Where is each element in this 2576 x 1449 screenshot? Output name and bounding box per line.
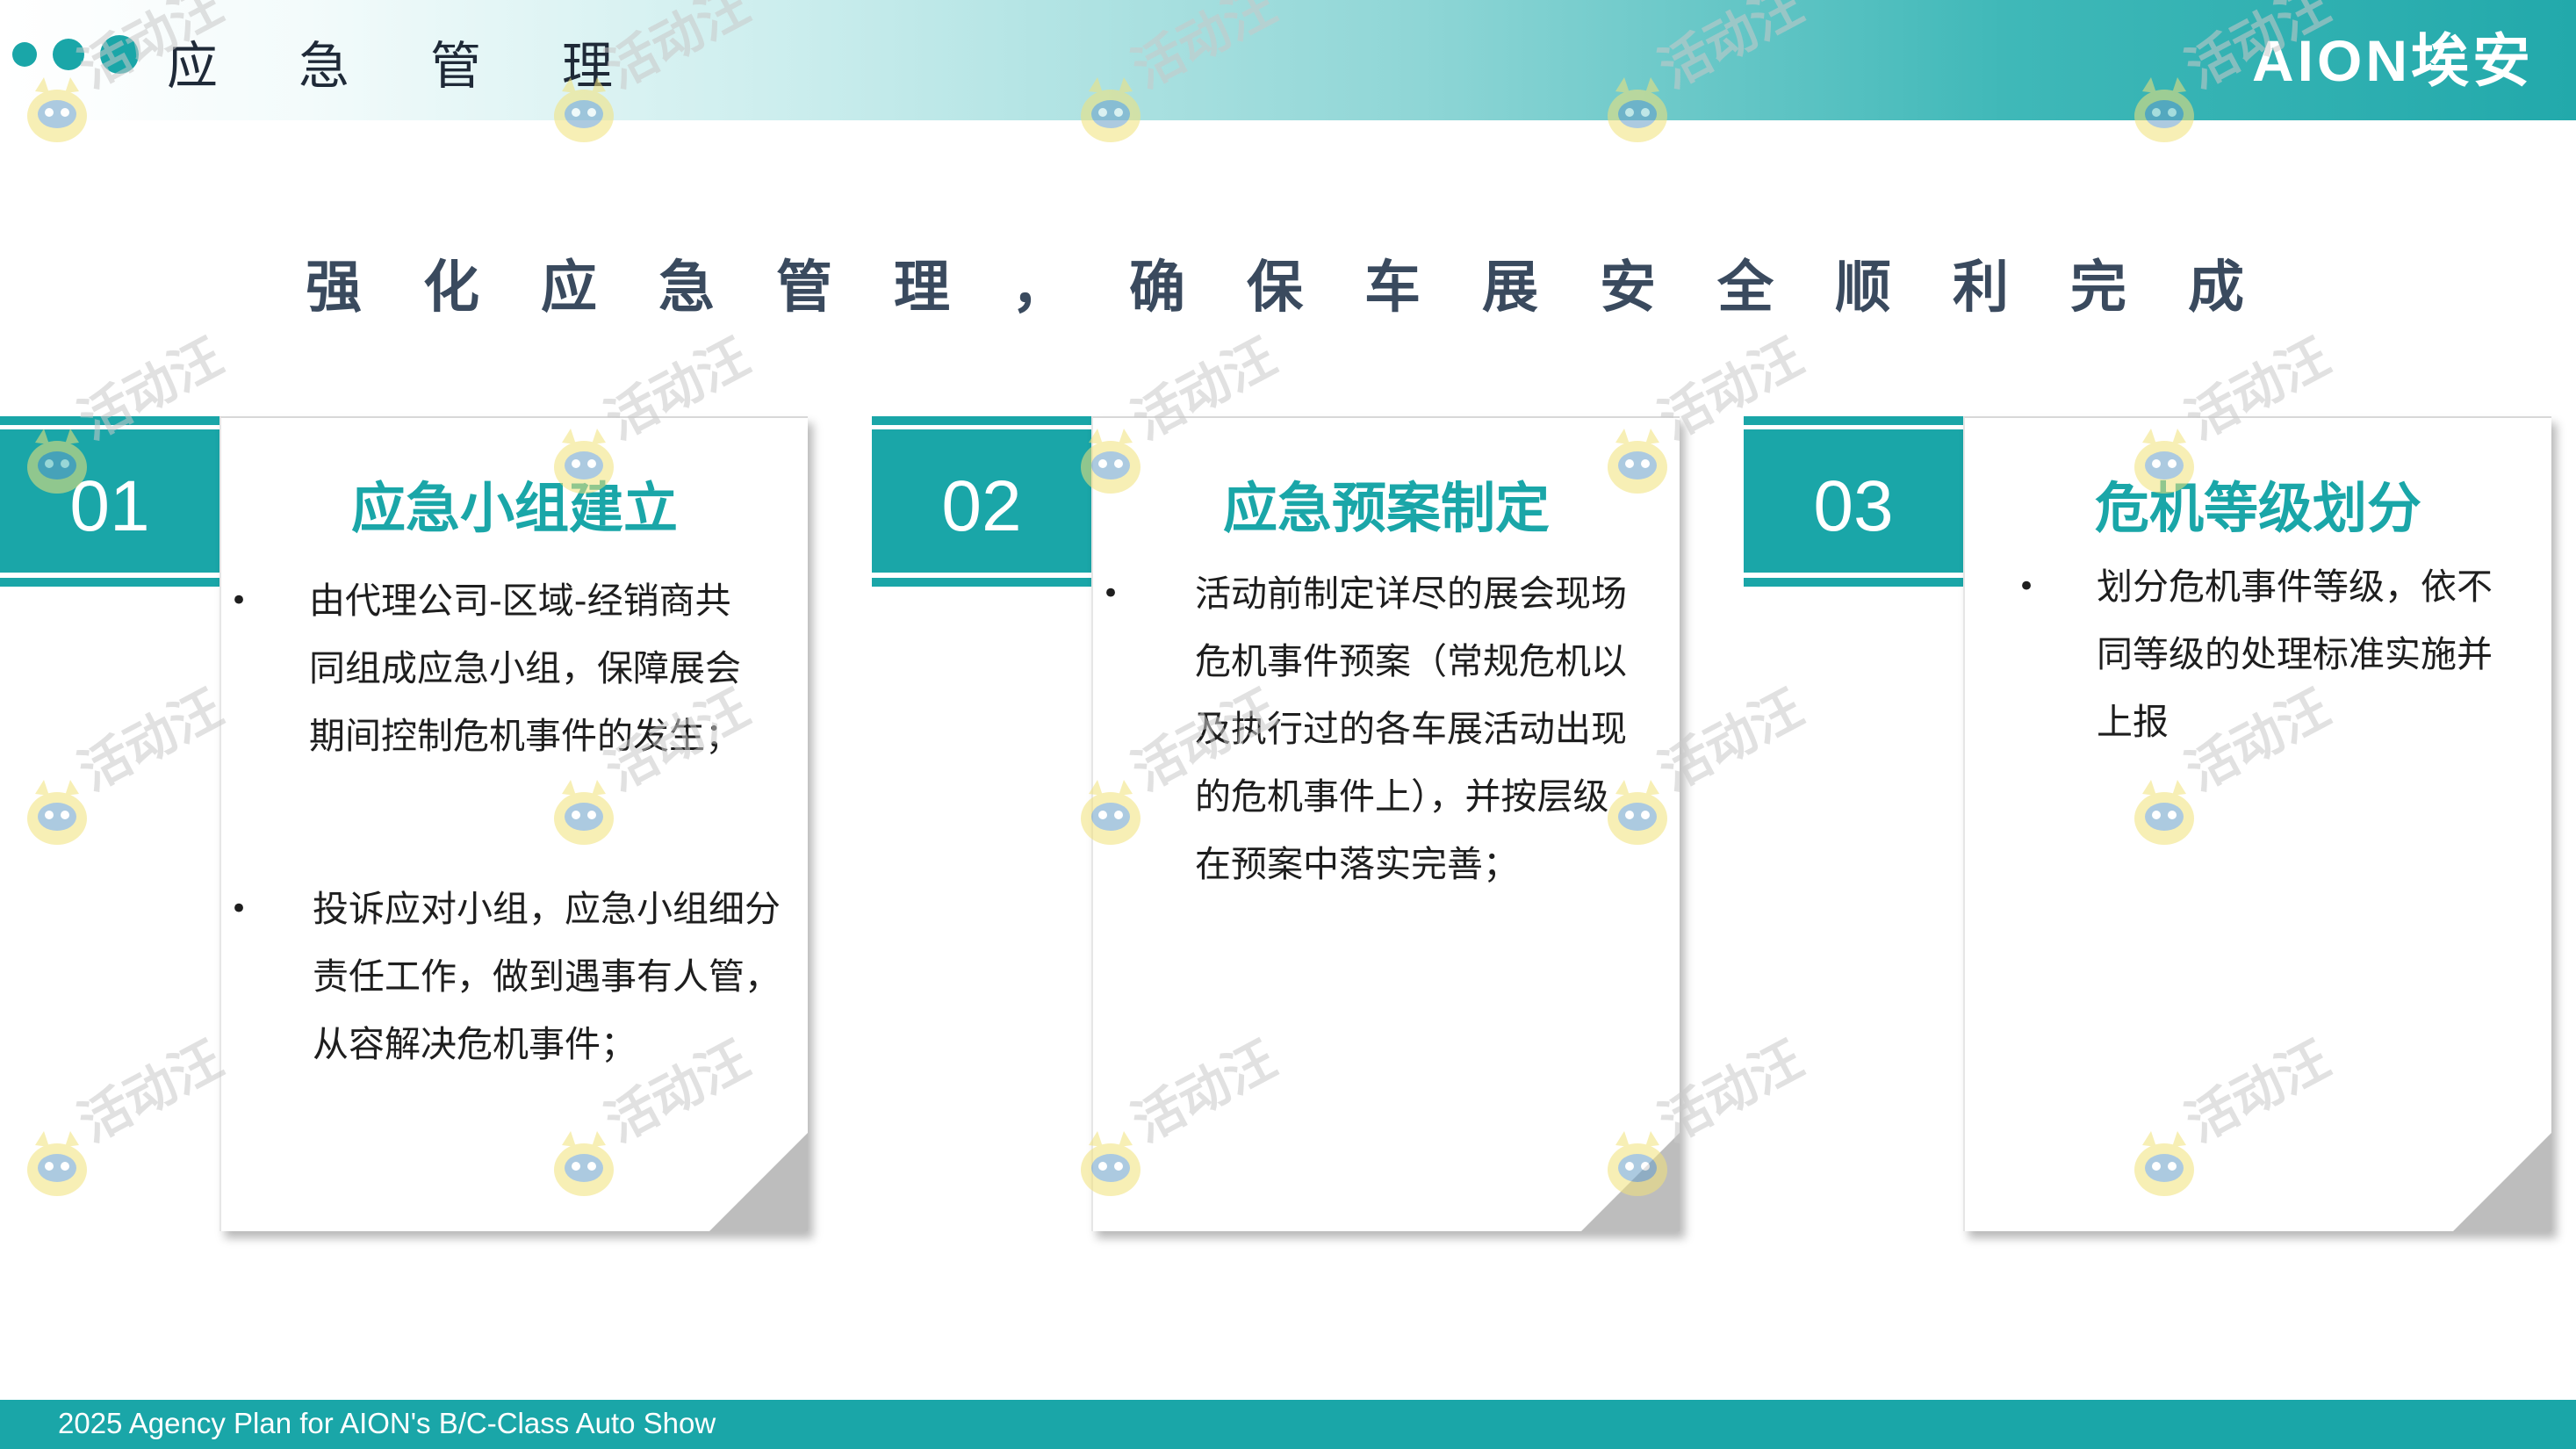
- card-crisis-levels: 危机等级划分 • 划分危机事件等级，依不 同等级的处理标准实施并 上报: [1963, 416, 2551, 1231]
- header-bar: 应急管理 AION埃安: [0, 0, 2576, 120]
- bullet-dot: •: [2018, 569, 2036, 604]
- bullet-dot: •: [1102, 576, 1120, 611]
- page-curl-corner: [2453, 1133, 2551, 1231]
- number-band-02: 02: [872, 416, 1091, 587]
- bullet-list: • 由代理公司-区域-经销商共 同组成应急小组，保障展会 期间控制危机事件的发生…: [221, 580, 808, 1078]
- watermark-text: 活动汪: [68, 1028, 233, 1154]
- bullet-list: • 划分危机事件等级，依不 同等级的处理标准实施并 上报: [1965, 566, 2551, 756]
- slide-subtitle: 强化应急管理，确保车展安全顺利完成: [306, 256, 2306, 321]
- list-item: • 划分危机事件等级，依不 同等级的处理标准实施并 上报: [1965, 553, 2551, 756]
- watermark-text: 活动汪: [68, 677, 233, 803]
- card-emergency-plan: 应急预案制定 • 活动前制定详尽的展会现场 危机事件预案（常规危机以 及执行过的…: [1091, 416, 1680, 1231]
- card-title: 危机等级划分: [2094, 476, 2421, 540]
- mascot-watermark-icon: [27, 780, 87, 845]
- header-dots: [12, 35, 139, 74]
- bullet-dot: •: [230, 891, 248, 926]
- bullet-list: • 活动前制定详尽的展会现场 危机事件预案（常规危机以 及执行过的各车展活动出现…: [1093, 573, 1680, 898]
- page-curl-corner: [709, 1133, 808, 1231]
- number-band-03: 03: [1744, 416, 1963, 587]
- number-label: 03: [1813, 466, 1894, 546]
- watermark: 活动汪: [18, 1029, 237, 1212]
- number-label: 02: [941, 466, 1022, 546]
- mascot-watermark-icon: [27, 1131, 87, 1196]
- card-title: 应急预案制定: [1222, 476, 1550, 540]
- watermark: 活动汪: [18, 678, 237, 861]
- card-title: 应急小组建立: [350, 476, 678, 540]
- list-item: • 由代理公司-区域-经销商共 同组成应急小组，保障展会 期间控制危机事件的发生…: [221, 567, 808, 770]
- list-item: • 活动前制定详尽的展会现场 危机事件预案（常规危机以 及执行过的各车展活动出现…: [1093, 560, 1680, 898]
- number-label: 01: [69, 466, 150, 546]
- list-item: • 投诉应对小组，应急小组细分 责任工作，做到遇事有人管， 从容解决危机事件；: [221, 876, 808, 1078]
- page-curl-corner: [1581, 1133, 1680, 1231]
- bullet-dot: •: [230, 583, 248, 618]
- aion-logo: AION埃安: [2252, 28, 2534, 93]
- number-band-01: 01: [0, 416, 219, 587]
- footer-text: 2025 Agency Plan for AION's B/C-Class Au…: [58, 1407, 716, 1439]
- card-emergency-team: 应急小组建立 • 由代理公司-区域-经销商共 同组成应急小组，保障展会 期间控制…: [219, 416, 808, 1231]
- footer-bar: 2025 Agency Plan for AION's B/C-Class Au…: [0, 1400, 2576, 1449]
- dot-icon: [100, 35, 139, 74]
- dot-icon: [53, 39, 84, 70]
- page-title: 应急管理: [167, 36, 694, 96]
- dot-icon: [12, 42, 37, 67]
